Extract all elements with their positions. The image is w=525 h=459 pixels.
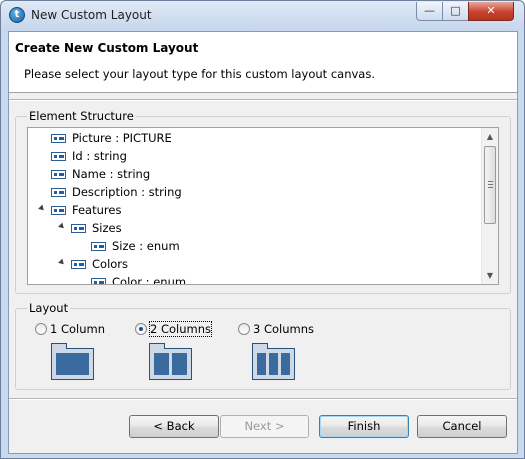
tree-item-label: Sizes	[92, 221, 122, 235]
title-bar[interactable]: t New Custom Layout — □ ✕	[1, 1, 524, 31]
wizard-header: Create New Custom Layout Please select y…	[9, 32, 517, 93]
button-divider	[9, 398, 517, 400]
folder-tab	[51, 343, 67, 349]
grip-line	[488, 187, 493, 188]
tree-item-sizes[interactable]: Sizes	[71, 219, 122, 237]
tree-item-label: Id : string	[72, 149, 127, 163]
column-block	[154, 353, 169, 375]
column-block	[172, 353, 187, 375]
tree-item-features[interactable]: Features	[51, 201, 121, 219]
radio-label: 2 Columns	[148, 321, 213, 337]
tree-item-label: Description : string	[72, 185, 182, 199]
three-column-layout-icon[interactable]	[252, 343, 295, 380]
radio-label: 3 Columns	[253, 322, 315, 336]
tree-item-label: Colors	[92, 257, 129, 271]
column-block	[269, 353, 278, 375]
grip-line	[488, 184, 493, 185]
expand-arrow-icon[interactable]	[38, 204, 46, 213]
element-icon	[71, 260, 86, 269]
tree-item-size[interactable]: Size : enum	[91, 237, 180, 255]
radio-2-columns[interactable]: 2 Columns	[135, 321, 213, 337]
next-button[interactable]: Next >	[220, 415, 309, 438]
two-column-layout-icon[interactable]	[149, 343, 192, 380]
tree-item-label: Color : enum	[112, 275, 187, 285]
layout-group-label: Layout	[27, 301, 71, 315]
grip-line	[488, 181, 493, 182]
tree-item-name[interactable]: Name : string	[51, 165, 150, 183]
close-icon: ✕	[486, 4, 496, 17]
tree-item-picture[interactable]: Picture : PICTURE	[51, 129, 172, 147]
element-icon	[91, 242, 106, 251]
column-block	[257, 353, 266, 375]
element-icon	[51, 134, 66, 143]
cancel-button[interactable]: Cancel	[417, 415, 507, 438]
element-icon	[51, 188, 66, 197]
close-button[interactable]: ✕	[468, 2, 514, 21]
expand-arrow-icon[interactable]	[58, 222, 66, 231]
scroll-down-arrow-icon[interactable]: ▼	[482, 267, 498, 284]
tree-item-color[interactable]: Color : enum	[91, 273, 187, 285]
scroll-up-arrow-icon[interactable]: ▲	[482, 128, 498, 145]
tree-item-label: Size : enum	[112, 239, 180, 253]
tree-item-label: Features	[72, 203, 122, 217]
column-block	[56, 353, 89, 375]
element-icon	[71, 224, 86, 233]
radio-3-columns[interactable]: 3 Columns	[238, 321, 314, 337]
tree-item-colors[interactable]: Colors	[71, 255, 128, 273]
element-tree[interactable]: Picture : PICTURE Id : string Name : str…	[27, 127, 499, 285]
radio-icon	[35, 323, 47, 335]
element-icon	[51, 206, 66, 215]
radio-selected-icon	[135, 323, 147, 335]
column-block	[281, 353, 290, 375]
maximize-icon: □	[450, 4, 461, 17]
scrollbar-thumb[interactable]	[484, 146, 496, 224]
element-icon	[91, 278, 106, 284]
page-title: Create New Custom Layout	[15, 41, 199, 55]
dialog-window: t New Custom Layout — □ ✕ Create New Cus…	[0, 0, 525, 459]
header-divider	[9, 99, 517, 101]
radio-1-column[interactable]: 1 Column	[35, 321, 105, 337]
window-title: New Custom Layout	[31, 8, 152, 22]
tree-item-id[interactable]: Id : string	[51, 147, 127, 165]
tree-item-label: Picture : PICTURE	[72, 131, 172, 145]
maximize-button[interactable]: □	[442, 2, 469, 21]
page-description: Please select your layout type for this …	[24, 67, 376, 81]
element-icon	[51, 152, 66, 161]
expand-arrow-icon[interactable]	[58, 258, 66, 267]
folder-tab	[252, 343, 268, 349]
folder-tab	[149, 343, 165, 349]
radio-icon	[238, 323, 250, 335]
app-icon: t	[9, 7, 25, 23]
radio-label: 1 Column	[50, 322, 106, 336]
tree-scrollbar[interactable]: ▲ ▼	[481, 128, 498, 284]
minimize-icon: —	[424, 4, 435, 17]
element-icon	[51, 170, 66, 179]
back-button[interactable]: < Back	[129, 415, 219, 438]
tree-item-description[interactable]: Description : string	[51, 183, 182, 201]
minimize-button[interactable]: —	[416, 2, 443, 21]
dialog-content: Create New Custom Layout Please select y…	[8, 31, 518, 454]
one-column-layout-icon[interactable]	[51, 343, 94, 380]
element-structure-label: Element Structure	[27, 109, 136, 123]
finish-button[interactable]: Finish	[319, 415, 409, 438]
tree-item-label: Name : string	[72, 167, 151, 181]
